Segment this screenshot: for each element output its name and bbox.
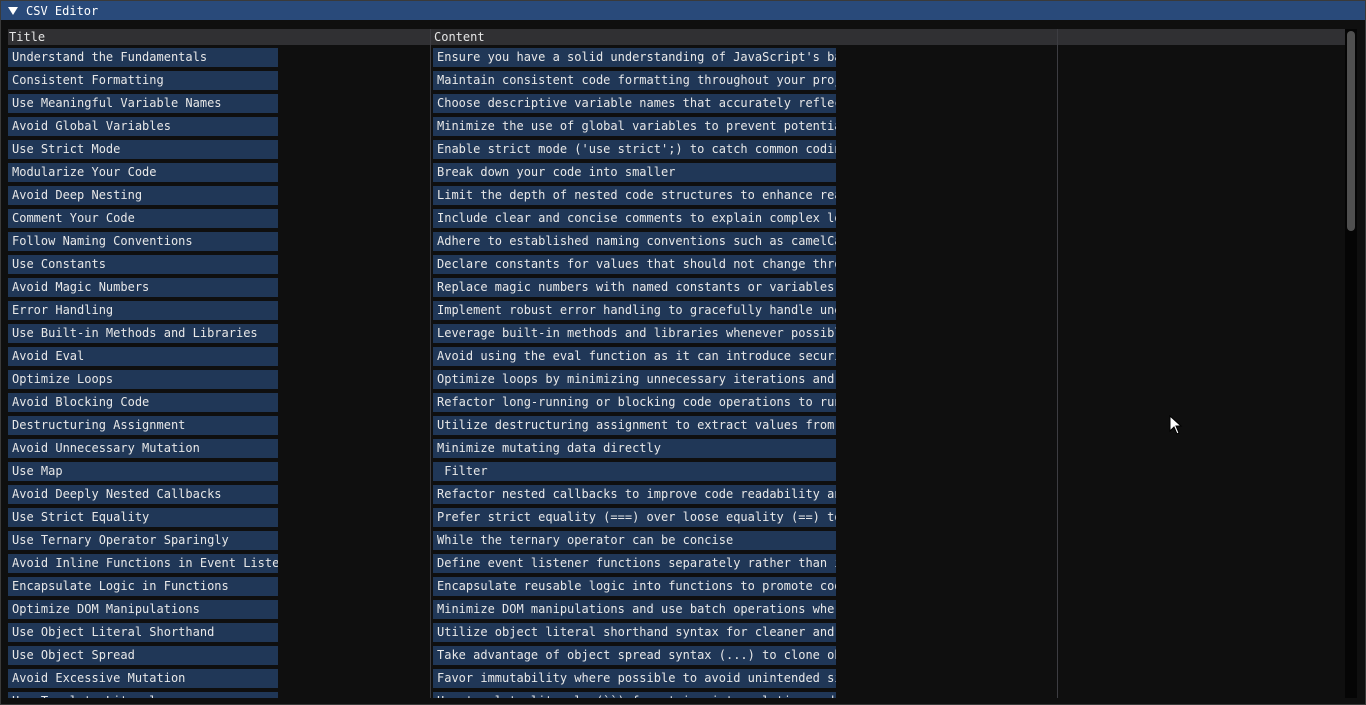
title-cell-input[interactable]: Avoid Excessive Mutation [8,669,278,688]
column-header-title[interactable]: Title [8,29,432,45]
content-cell-input[interactable]: While the ternary operator can be concis… [433,531,836,550]
triangle-down-icon[interactable] [8,6,18,16]
content-cell-input[interactable]: Refactor long-running or blocking code o… [433,393,836,412]
content-cell-input[interactable]: Ensure you have a solid understanding of… [433,48,836,67]
title-cell-input[interactable]: Avoid Inline Functions in Event Listen [8,554,278,573]
table-row: Avoid Deeply Nested Callbacks Refactor ne… [8,484,1345,507]
title-cell-input[interactable]: Consistent Formatting [8,71,278,90]
content-cell-input[interactable]: Utilize object literal shorthand syntax … [433,623,836,642]
title-cell-input[interactable]: Use Built-in Methods and Libraries [8,324,278,343]
table-row: Avoid Blocking Code Refactor long-running… [8,392,1345,415]
table-row: Avoid Global Variables Minimize the use o… [8,116,1345,139]
content-cell-input[interactable]: Encapsulate reusable logic into function… [433,577,836,596]
scrollbar-thumb[interactable] [1347,31,1355,231]
table-row: Use Strict Equality Prefer strict equalit… [8,507,1345,530]
content-cell-input[interactable]: Minimize DOM manipulations and use batch… [433,600,836,619]
title-cell-input[interactable]: Use Map [8,462,278,481]
table-row: Use Ternary Operator Sparingly While the … [8,530,1345,553]
content-cell-input[interactable]: Enable strict mode ('use strict';) to ca… [433,140,836,159]
content-cell-input[interactable]: Declare constants for values that should… [433,255,836,274]
content-cell-input[interactable]: Minimize mutating data directly [433,439,836,458]
table-row: Use Strict Mode Enable strict mode ('use … [8,139,1345,162]
content-cell-input[interactable]: Take advantage of object spread syntax (… [433,646,836,665]
table-header-row: Title Content [8,29,1345,45]
table-row: Follow Naming Conventions Adhere to estab… [8,231,1345,254]
table-row: Avoid Deep Nesting Limit the depth of nes… [8,185,1345,208]
table-row: Understand the Fundamentals Ensure you ha… [8,47,1345,70]
content-cell-input[interactable]: Avoid using the eval function as it can … [433,347,836,366]
content-cell-input[interactable]: Adhere to established naming conventions… [433,232,836,251]
title-cell-input[interactable]: Encapsulate Logic in Functions [8,577,278,596]
column-header-content[interactable]: Content [433,29,1057,45]
content-cell-input[interactable]: Utilize destructuring assignment to extr… [433,416,836,435]
content-cell-input[interactable]: Define event listener functions separate… [433,554,836,573]
title-cell-input[interactable]: Avoid Blocking Code [8,393,278,412]
title-cell-input[interactable]: Optimize Loops [8,370,278,389]
vertical-scrollbar[interactable] [1345,29,1357,698]
content-cell-input[interactable]: Use template literals (``) for string in… [433,692,836,698]
content-cell-input[interactable]: Replace magic numbers with named constan… [433,278,836,297]
title-cell-input[interactable]: Use Ternary Operator Sparingly [8,531,278,550]
content-cell-input[interactable]: Break down your code into smaller [433,163,836,182]
csv-table: Title Content Understand the Fundamental… [8,29,1345,698]
table-row: Optimize DOM Manipulations Minimize DOM m… [8,599,1345,622]
title-cell-input[interactable]: Optimize DOM Manipulations [8,600,278,619]
table-row: Use Object Spread Take advantage of objec… [8,645,1345,668]
table-row: Use Built-in Methods and Libraries Levera… [8,323,1345,346]
content-cell-input[interactable]: Leverage built-in methods and libraries … [433,324,836,343]
title-cell-input[interactable]: Comment Your Code [8,209,278,228]
title-cell-input[interactable]: Use Strict Equality [8,508,278,527]
title-cell-input[interactable]: Use Meaningful Variable Names [8,94,278,113]
table-row: Modularize Your Code Break down your code… [8,162,1345,185]
table-row: Destructuring Assignment Utilize destruct… [8,415,1345,438]
content-cell-input[interactable]: Include clear and concise comments to ex… [433,209,836,228]
table-row: Use Object Literal Shorthand Utilize obje… [8,622,1345,645]
title-cell-input[interactable]: Use Template Literals [8,692,278,698]
title-cell-input[interactable]: Use Object Spread [8,646,278,665]
table-body: Understand the Fundamentals Ensure you ha… [8,47,1345,698]
table-row: Use Constants Declare constants for value… [8,254,1345,277]
content-cell-input[interactable]: Favor immutability where possible to avo… [433,669,836,688]
table-row: Use Meaningful Variable Names Choose desc… [8,93,1345,116]
table-row: Encapsulate Logic in Functions Encapsulat… [8,576,1345,599]
table-row: Use Map Filter [8,461,1345,484]
table-row: Avoid Excessive Mutation Favor immutabili… [8,668,1345,691]
content-cell-input[interactable]: Optimize loops by minimizing unnecessary… [433,370,836,389]
title-cell-input[interactable]: Avoid Magic Numbers [8,278,278,297]
table-row: Avoid Inline Functions in Event Listen De… [8,553,1345,576]
title-cell-input[interactable]: Understand the Fundamentals [8,48,278,67]
table-row: Use Template Literals Use template litera… [8,691,1345,698]
title-cell-input[interactable]: Destructuring Assignment [8,416,278,435]
title-cell-input[interactable]: Avoid Deeply Nested Callbacks [8,485,278,504]
title-cell-input[interactable]: Avoid Unnecessary Mutation [8,439,278,458]
content-cell-input[interactable]: Limit the depth of nested code structure… [433,186,836,205]
title-cell-input[interactable]: Use Constants [8,255,278,274]
content-cell-input[interactable]: Filter [433,462,836,481]
content-cell-input[interactable]: Minimize the use of global variables to … [433,117,836,136]
title-cell-input[interactable]: Avoid Eval [8,347,278,366]
title-cell-input[interactable]: Avoid Deep Nesting [8,186,278,205]
content-cell-input[interactable]: Choose descriptive variable names that a… [433,94,836,113]
title-cell-input[interactable]: Avoid Global Variables [8,117,278,136]
title-cell-input[interactable]: Modularize Your Code [8,163,278,182]
content-cell-input[interactable]: Implement robust error handling to grace… [433,301,836,320]
column-header-extra[interactable] [1058,29,1345,45]
content-cell-input[interactable]: Refactor nested callbacks to improve cod… [433,485,836,504]
title-cell-input[interactable]: Use Strict Mode [8,140,278,159]
title-cell-input[interactable]: Follow Naming Conventions [8,232,278,251]
table-row: Avoid Magic Numbers Replace magic numbers… [8,277,1345,300]
table-row: Avoid Unnecessary Mutation Minimize mutat… [8,438,1345,461]
window-titlebar[interactable]: CSV Editor [1,1,1365,20]
table-row: Comment Your Code Include clear and conci… [8,208,1345,231]
csv-editor-window: CSV Editor Title Content Understand the … [0,0,1366,705]
title-cell-input[interactable]: Error Handling [8,301,278,320]
table-row: Consistent Formatting Maintain consistent… [8,70,1345,93]
content-cell-input[interactable]: Prefer strict equality (===) over loose … [433,508,836,527]
table-row: Error Handling Implement robust error han… [8,300,1345,323]
content-cell-input[interactable]: Maintain consistent code formatting thro… [433,71,836,90]
window-title: CSV Editor [26,3,99,18]
table-row: Avoid Eval Avoid using the eval function … [8,346,1345,369]
title-cell-input[interactable]: Use Object Literal Shorthand [8,623,278,642]
table-row: Optimize Loops Optimize loops by minimizi… [8,369,1345,392]
